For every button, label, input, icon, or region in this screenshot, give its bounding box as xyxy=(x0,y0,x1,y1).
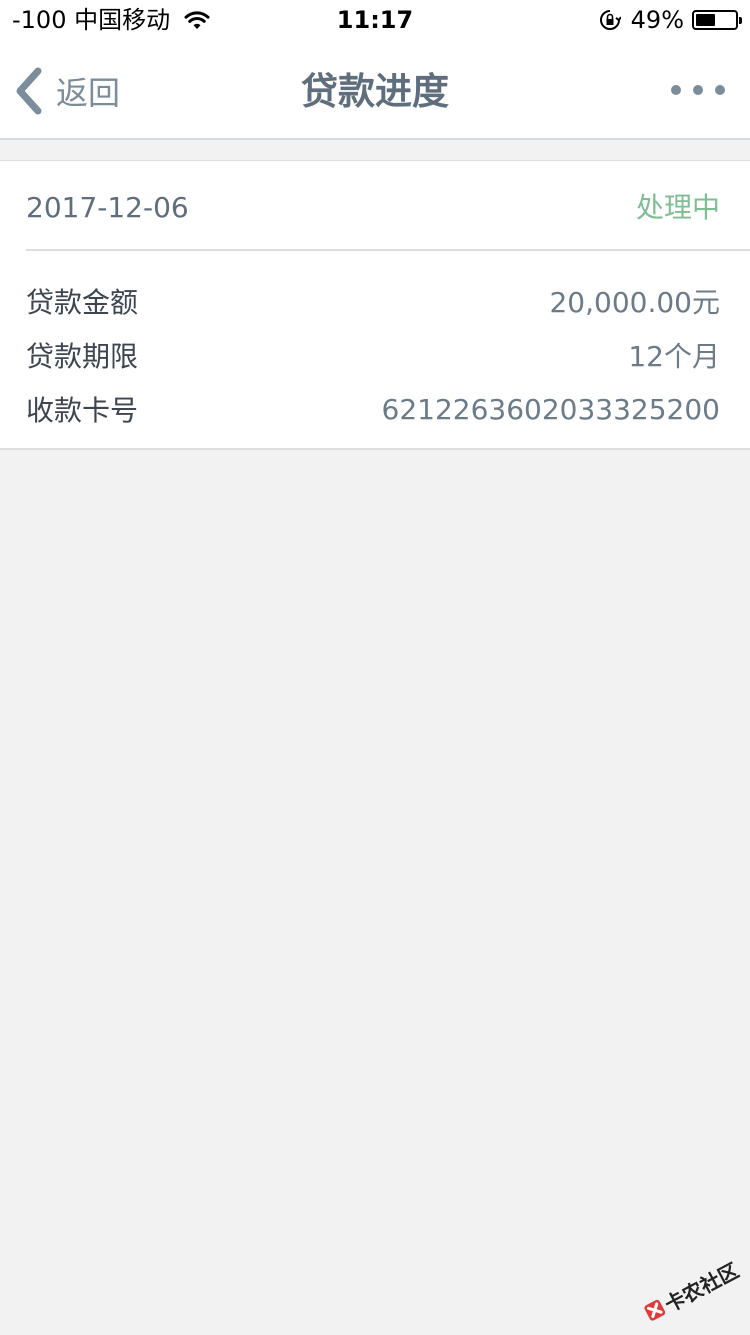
card-header: 2017-12-06 处理中 xyxy=(26,161,750,251)
watermark-text: 卡农社区 xyxy=(660,1257,743,1317)
more-options-icon[interactable] xyxy=(668,78,728,102)
status-badge: 处理中 xyxy=(635,191,720,224)
page-title: 贷款进度 xyxy=(301,70,449,113)
battery-icon xyxy=(692,10,742,30)
loan-amount-label: 贷款金额 xyxy=(26,286,139,319)
battery-percent: 49% xyxy=(630,6,684,34)
info-row-card-number: 收款卡号 6212263602033325200 xyxy=(26,387,720,431)
battery-nub xyxy=(739,17,742,24)
card-number-value: 6212263602033325200 xyxy=(381,392,720,426)
card-number-label: 收款卡号 xyxy=(26,394,139,427)
navigation-bar: 返回 贷款进度 xyxy=(0,40,750,140)
orientation-lock-icon xyxy=(599,10,621,30)
application-date: 2017-12-06 xyxy=(26,191,189,224)
watermark: 卡农社区 xyxy=(635,1247,747,1335)
loan-term-label: 贷款期限 xyxy=(26,340,139,373)
loan-term-value: 12个月 xyxy=(628,340,720,373)
battery-fill xyxy=(696,14,715,26)
status-bar: -100 中国移动 11:17 49% xyxy=(0,0,750,40)
status-right: 49% xyxy=(599,4,742,36)
info-row-loan-term: 贷款期限 12个月 xyxy=(26,333,720,377)
loan-progress-card: 2017-12-06 处理中 贷款金额 20,000.00元 贷款期限 12个月… xyxy=(0,160,750,450)
info-row-loan-amount: 贷款金额 20,000.00元 xyxy=(26,279,720,323)
loan-amount-value: 20,000.00元 xyxy=(549,286,720,319)
